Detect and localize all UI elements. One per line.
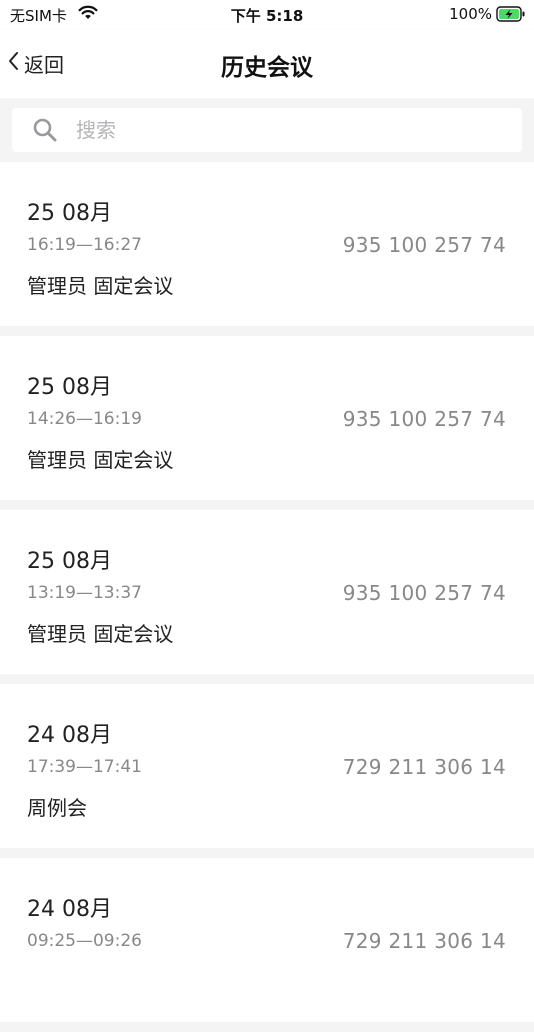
search-input[interactable] [76, 118, 476, 142]
meeting-time-range: 16:19—16:27 [27, 235, 142, 255]
meeting-id: 935 100 257 74 [342, 233, 506, 257]
meeting-date: 25 08月 [27, 201, 112, 226]
meeting-name: 周例会 [27, 796, 87, 820]
meeting-name: 管理员 固定会议 [27, 622, 174, 646]
navigation-bar: 返回 历史会议 [0, 30, 534, 98]
meeting-card[interactable]: 25 08月 13:19—13:37 935 100 257 74 管理员 固定… [0, 510, 534, 674]
search-section [0, 98, 534, 162]
meeting-id: 729 211 306 14 [342, 929, 506, 953]
meeting-time-range: 09:25—09:26 [27, 931, 142, 951]
meeting-id: 935 100 257 74 [342, 581, 506, 605]
meeting-list: 25 08月 16:19—16:27 935 100 257 74 管理员 固定… [0, 162, 534, 1032]
meeting-date: 25 08月 [27, 549, 112, 574]
page-title: 历史会议 [221, 55, 313, 81]
chevron-left-icon [6, 50, 20, 76]
meeting-date: 25 08月 [27, 375, 112, 400]
meeting-name: 管理员 固定会议 [27, 274, 174, 298]
meeting-id: 729 211 306 14 [342, 755, 506, 779]
meeting-id: 935 100 257 74 [342, 407, 506, 431]
meeting-time-range: 13:19—13:37 [27, 583, 142, 603]
meeting-name: 管理员 固定会议 [27, 448, 174, 472]
battery-percent: 100% [449, 5, 492, 23]
status-bar: 无SIM卡 下午 5:18 100% [0, 0, 534, 30]
meeting-card[interactable]: 24 08月 09:25—09:26 729 211 306 14 [0, 858, 534, 1022]
meeting-date: 24 08月 [27, 897, 112, 922]
search-icon [32, 117, 58, 143]
meeting-card[interactable]: 25 08月 16:19—16:27 935 100 257 74 管理员 固定… [0, 162, 534, 326]
back-label: 返回 [24, 52, 64, 77]
meeting-time-range: 17:39—17:41 [27, 757, 142, 777]
meeting-card[interactable]: 25 08月 14:26—16:19 935 100 257 74 管理员 固定… [0, 336, 534, 500]
search-bar[interactable] [12, 108, 522, 152]
meeting-time-range: 14:26—16:19 [27, 409, 142, 429]
meeting-date: 24 08月 [27, 723, 112, 748]
back-button[interactable]: 返回 [6, 48, 64, 78]
meeting-card[interactable]: 24 08月 17:39—17:41 729 211 306 14 周例会 [0, 684, 534, 848]
battery-charging-icon [496, 6, 526, 26]
